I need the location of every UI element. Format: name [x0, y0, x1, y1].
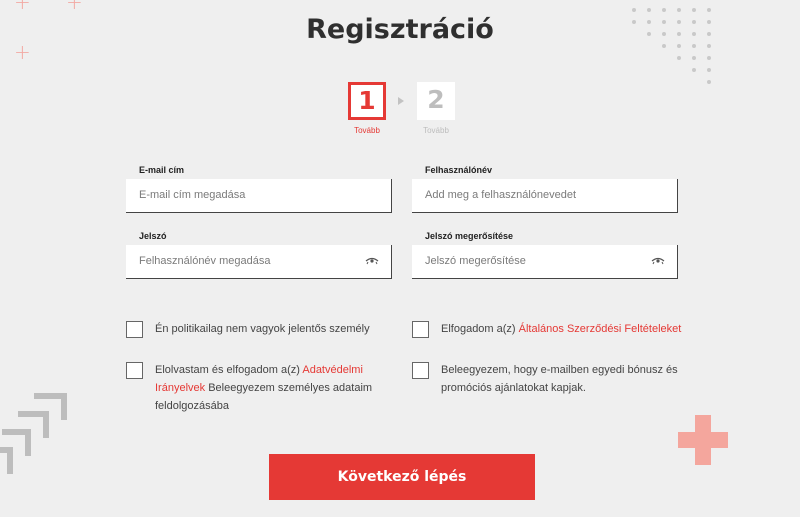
plus-decoration-icon: +	[14, 40, 31, 64]
password-confirm-field[interactable]	[412, 245, 642, 277]
decoration-dot	[707, 56, 711, 60]
show-password-icon[interactable]	[651, 257, 665, 265]
email-label: E-mail cím	[139, 165, 185, 175]
plus-decoration-icon	[678, 415, 728, 465]
decoration-dot	[707, 8, 711, 12]
terms-checkbox[interactable]	[412, 321, 429, 338]
password-label: Jelszó	[139, 231, 167, 241]
decoration-dot	[662, 8, 666, 12]
password-field[interactable]	[126, 245, 356, 277]
decoration-dot	[707, 80, 711, 84]
decoration-dot	[647, 8, 651, 12]
show-password-icon[interactable]	[365, 257, 379, 265]
username-field[interactable]	[412, 179, 642, 211]
step-2-badge: 2	[417, 82, 455, 120]
password-confirm-field-wrapper	[412, 245, 678, 279]
username-field-wrapper	[412, 179, 678, 213]
plus-decoration-icon: +	[66, 0, 83, 14]
step-1-badge: 1	[348, 82, 386, 120]
decoration-dot	[692, 56, 696, 60]
page-title: Regisztráció	[306, 14, 494, 45]
politically-exposed-checkbox[interactable]	[126, 321, 143, 338]
decoration-dot	[692, 8, 696, 12]
terms-text: Elfogadom a(z) Általános Szerződési Felt…	[441, 320, 701, 338]
marketing-checkbox[interactable]	[412, 362, 429, 379]
next-step-button[interactable]: Következő lépés	[269, 454, 535, 500]
step-2-label: Tovább	[423, 126, 449, 135]
password-field-wrapper	[126, 245, 392, 279]
decoration-dot	[692, 68, 696, 72]
decoration-dot	[677, 8, 681, 12]
terms-prefix: Elfogadom a(z)	[441, 323, 519, 335]
password-confirm-label: Jelszó megerősítése	[425, 231, 514, 241]
decoration-dot	[707, 68, 711, 72]
decoration-dot	[677, 56, 681, 60]
terms-link[interactable]: Általános Szerződési Feltételeket	[519, 323, 682, 335]
chevron-decoration-icon	[0, 393, 67, 474]
privacy-text: Elolvastam és elfogadom a(z) Adatvédelmi…	[155, 361, 400, 415]
username-label: Felhasználónév	[425, 165, 493, 175]
email-field[interactable]	[126, 179, 356, 211]
step-arrow-icon	[398, 97, 404, 105]
email-field-wrapper	[126, 179, 392, 213]
marketing-text: Beleegyezem, hogy e-mailben egyedi bónus…	[441, 364, 678, 394]
privacy-checkbox[interactable]	[126, 362, 143, 379]
decoration-dot	[632, 8, 636, 12]
politically-exposed-text: Én politikailag nem vagyok jelentős szem…	[155, 323, 370, 335]
step-1-label: Tovább	[354, 126, 380, 135]
step-indicator: 1 2 Tovább Tovább	[340, 82, 470, 142]
plus-decoration-icon: +	[14, 0, 31, 14]
privacy-prefix: Elolvastam és elfogadom a(z)	[155, 364, 303, 376]
